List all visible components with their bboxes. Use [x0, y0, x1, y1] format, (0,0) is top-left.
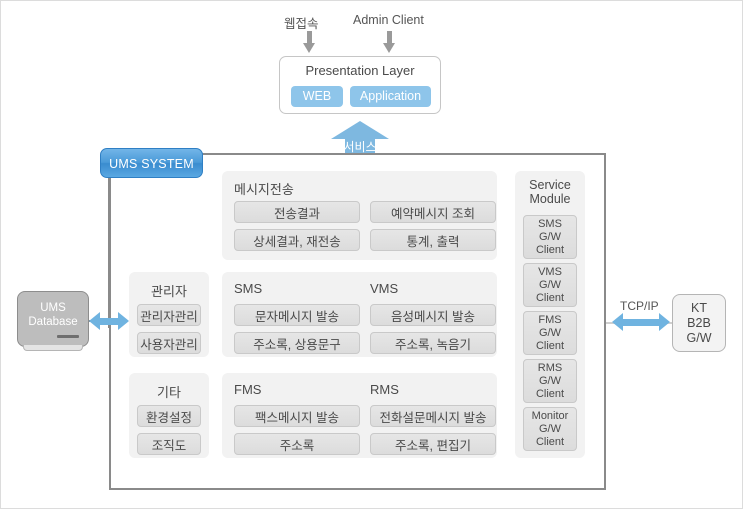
chip-web[interactable]: WEB [291, 86, 343, 107]
item-line-2: G/W [539, 230, 561, 243]
group-fms-rms: FMS RMS 팩스메시지 발송 주소록 전화설문메시지 발송 주소록, 편집기 [222, 373, 497, 458]
group-title-sms: SMS [234, 281, 263, 296]
arrow-head [383, 43, 395, 53]
item-fms-0[interactable]: 팩스메시지 발송 [234, 405, 360, 427]
item-service-module-1[interactable]: VMS G/W Client [523, 263, 577, 307]
web-access-label: 웹접속 [284, 17, 319, 31]
item-sms-1[interactable]: 주소록, 상용문구 [234, 332, 360, 354]
item-line-2: G/W [539, 326, 561, 339]
down-arrow-icon-web [303, 31, 316, 53]
presentation-layer-title: Presentation Layer [305, 63, 415, 78]
item-fms-1[interactable]: 주소록 [234, 433, 360, 455]
group-title-service-module: Service Module [529, 178, 571, 206]
diagram-canvas: 웹접속 Admin Client Presentation Layer WEB … [0, 0, 743, 509]
item-line-3: Client [535, 291, 565, 304]
arrow-head-right [118, 312, 129, 330]
item-line-2: G/W [539, 374, 561, 387]
item-rms-1[interactable]: 주소록, 편집기 [370, 433, 496, 455]
ums-system-badge: UMS SYSTEM [100, 148, 203, 178]
down-arrow-icon-admin [383, 31, 396, 53]
arrow-head [303, 43, 315, 53]
ums-database-label: UMS Database [17, 301, 89, 329]
arrow-bar [622, 319, 660, 326]
db-line-1: UMS [40, 302, 66, 314]
item-service-module-2[interactable]: FMS G/W Client [523, 311, 577, 355]
kt-line-2: B2B [687, 315, 711, 330]
item-line-3: Client [535, 339, 565, 352]
item-line-1: FMS [538, 313, 562, 326]
arrow-head-right [659, 313, 670, 331]
group-title-admin: 관리자 [151, 284, 187, 299]
service-up-arrow-icon: 서비스 [331, 121, 389, 157]
group-service-module: Service Module SMS G/W Client VMS G/W Cl… [515, 171, 585, 458]
item-etc-1[interactable]: 조직도 [137, 433, 201, 455]
item-vms-1[interactable]: 주소록, 녹음기 [370, 332, 496, 354]
double-arrow-icon-database [89, 312, 129, 330]
double-arrow-icon-gateway [612, 313, 670, 331]
item-message-3[interactable]: 통계, 출력 [370, 229, 496, 251]
group-title-etc: 기타 [157, 385, 181, 400]
item-etc-0[interactable]: 환경설정 [137, 405, 201, 427]
group-title-fms: FMS [234, 382, 262, 397]
tcpip-label: TCP/IP [620, 299, 659, 313]
group-sms-vms: SMS VMS 문자메시지 발송 주소록, 상용문구 음성메시지 발송 주소록,… [222, 272, 497, 357]
item-line-3: Client [535, 435, 565, 448]
arrow-bar [99, 318, 119, 325]
group-admin: 관리자 관리자관리 사용자관리 [129, 272, 209, 357]
item-message-2[interactable]: 상세결과, 재전송 [234, 229, 360, 251]
kt-gateway-label: KT B2B G/W [687, 301, 712, 346]
group-title-vms: VMS [370, 281, 399, 296]
item-service-module-0[interactable]: SMS G/W Client [523, 215, 577, 259]
item-service-module-4[interactable]: Monitor G/W Client [523, 407, 577, 451]
kt-line-3: G/W [686, 330, 712, 345]
item-line-3: Client [535, 243, 565, 256]
kt-line-1: KT [691, 300, 707, 315]
item-rms-0[interactable]: 전화설문메시지 발송 [370, 405, 496, 427]
item-line-1: RMS [537, 361, 563, 374]
item-message-1[interactable]: 예약메시지 조회 [370, 201, 496, 223]
item-message-0[interactable]: 전송결과 [234, 201, 360, 223]
admin-client-label: Admin Client [353, 13, 424, 27]
item-line-2: G/W [539, 278, 561, 291]
presentation-layer-box: Presentation Layer WEB Application [279, 56, 441, 114]
ums-database-node: UMS Database [17, 291, 89, 351]
item-admin-1[interactable]: 사용자관리 [137, 332, 201, 354]
item-service-module-3[interactable]: RMS G/W Client [523, 359, 577, 403]
chip-application[interactable]: Application [350, 86, 431, 107]
item-admin-0[interactable]: 관리자관리 [137, 304, 201, 326]
item-line-2: G/W [539, 422, 561, 435]
group-message-transfer: 메시지전송 전송결과 예약메시지 조회 상세결과, 재전송 통계, 출력 [222, 171, 497, 260]
db-line-2: Database [28, 316, 78, 328]
item-vms-0[interactable]: 음성메시지 발송 [370, 304, 496, 326]
group-title-rms: RMS [370, 382, 399, 397]
item-line-1: VMS [538, 265, 562, 278]
database-slot-icon [57, 335, 79, 338]
arrow-head [331, 121, 389, 139]
item-line-1: Monitor [531, 409, 569, 422]
group-title-message-transfer: 메시지전송 [234, 182, 294, 197]
item-line-1: SMS [538, 217, 562, 230]
ums-system-panel: 메시지전송 전송결과 예약메시지 조회 상세결과, 재전송 통계, 출력 관리자… [109, 153, 606, 490]
kt-b2b-gateway-node: KT B2B G/W [672, 294, 726, 352]
database-base [23, 345, 83, 351]
item-sms-0[interactable]: 문자메시지 발송 [234, 304, 360, 326]
item-line-3: Client [535, 387, 565, 400]
group-etc: 기타 환경설정 조직도 [129, 373, 209, 458]
